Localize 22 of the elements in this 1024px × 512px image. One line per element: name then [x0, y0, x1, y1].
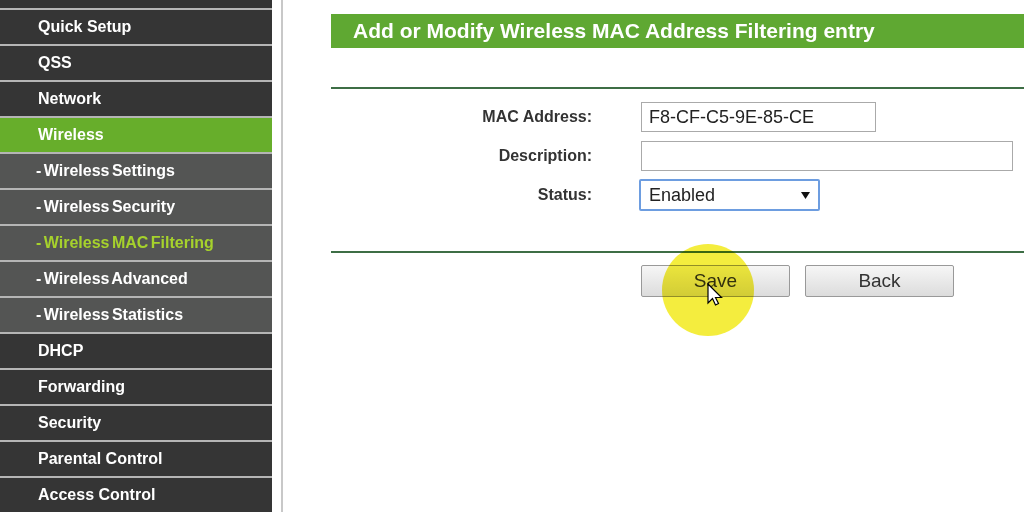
menu-item[interactable]: Network	[0, 82, 272, 116]
caret-icon	[801, 191, 810, 199]
input-field[interactable]	[641, 141, 1013, 171]
menu-item[interactable]: - Wireless Security	[0, 190, 272, 224]
menu-item[interactable]: Parental Control	[0, 442, 272, 476]
menu-item[interactable]: Access Control	[0, 478, 272, 512]
form-button[interactable]: Back	[805, 265, 954, 297]
field-label: Status:	[536, 186, 592, 204]
field-label: Description:	[497, 147, 592, 165]
status-dropdown[interactable]: Enabled	[639, 179, 820, 211]
menu-item[interactable]: - Wireless MAC Filtering	[0, 226, 272, 260]
menu-item[interactable]: - Wireless Settings	[0, 154, 272, 188]
field-label: MAC Address:	[481, 108, 592, 126]
menu-item[interactable]: Forwarding	[0, 370, 272, 404]
menu-item[interactable]: - Wireless Advanced	[0, 262, 272, 296]
section-title: Add or Modify Wireless MAC Address Filtering entry	[331, 14, 1024, 48]
menu-item[interactable]: DHCP	[0, 334, 272, 368]
input-field[interactable]: F8-CF-C5-9E-85-CE	[641, 102, 876, 132]
menu-item[interactable]: Security	[0, 406, 272, 440]
menu-item[interactable]: Quick Setup	[0, 10, 272, 44]
menu-item[interactable]: - Wireless Statistics	[0, 298, 272, 332]
menu-item[interactable]: QSS	[0, 46, 272, 80]
